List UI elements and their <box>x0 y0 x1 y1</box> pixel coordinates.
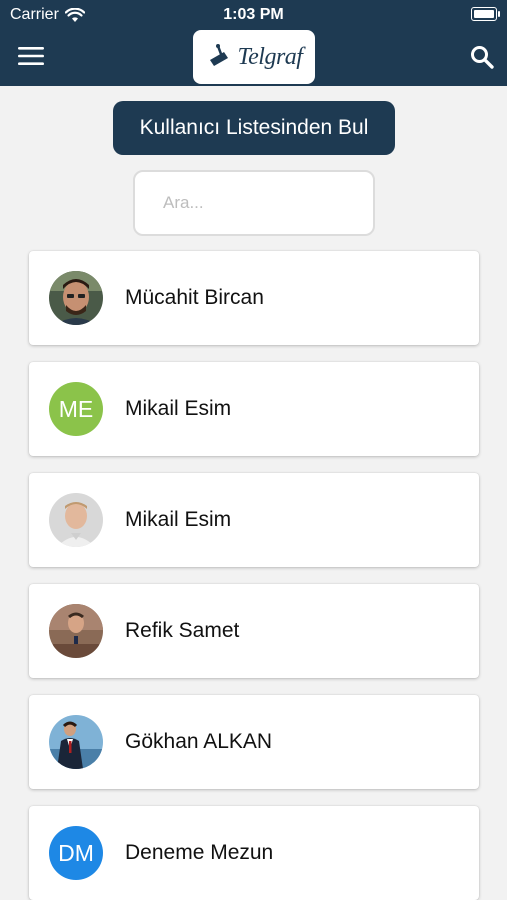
user-list-item[interactable]: DM Deneme Mezun <box>29 806 479 900</box>
user-name: Mikail Esim <box>125 508 232 531</box>
user-list-item[interactable]: Mücahit Bircan <box>29 251 479 345</box>
avatar <box>49 271 103 325</box>
user-name: Mikail Esim <box>125 397 232 420</box>
avatar <box>49 493 103 547</box>
status-bar: Carrier 1:03 PM <box>0 0 507 30</box>
user-name: Gökhan ALKAN <box>125 730 273 753</box>
user-list-item[interactable]: Gökhan ALKAN <box>29 695 479 789</box>
find-from-user-list-button[interactable]: Kullanıcı Listesinden Bul <box>113 101 395 155</box>
search-input[interactable] <box>133 170 375 236</box>
user-name: Mücahit Bircan <box>125 286 264 309</box>
app-logo: Telgraf <box>193 30 315 84</box>
user-list-item[interactable]: Refik Samet <box>29 584 479 678</box>
user-list-item[interactable]: Mikail Esim <box>29 473 479 567</box>
avatar-initials: DM <box>49 826 103 880</box>
telegraph-logo-icon <box>209 44 228 66</box>
user-name: Deneme Mezun <box>125 841 274 864</box>
user-list-item[interactable]: ME Mikail Esim <box>29 362 479 456</box>
logo-text: Telgraf <box>237 43 303 70</box>
status-time: 1:03 PM <box>223 6 284 23</box>
hamburger-menu-icon[interactable] <box>18 46 44 66</box>
battery-icon <box>471 7 500 21</box>
app-header: Carrier 1:03 PM Telgraf <box>0 0 507 86</box>
avatar-initials: ME <box>49 382 103 436</box>
user-name: Refik Samet <box>125 619 240 642</box>
avatar <box>49 604 103 658</box>
avatar <box>49 715 103 769</box>
search-icon[interactable] <box>469 44 495 70</box>
